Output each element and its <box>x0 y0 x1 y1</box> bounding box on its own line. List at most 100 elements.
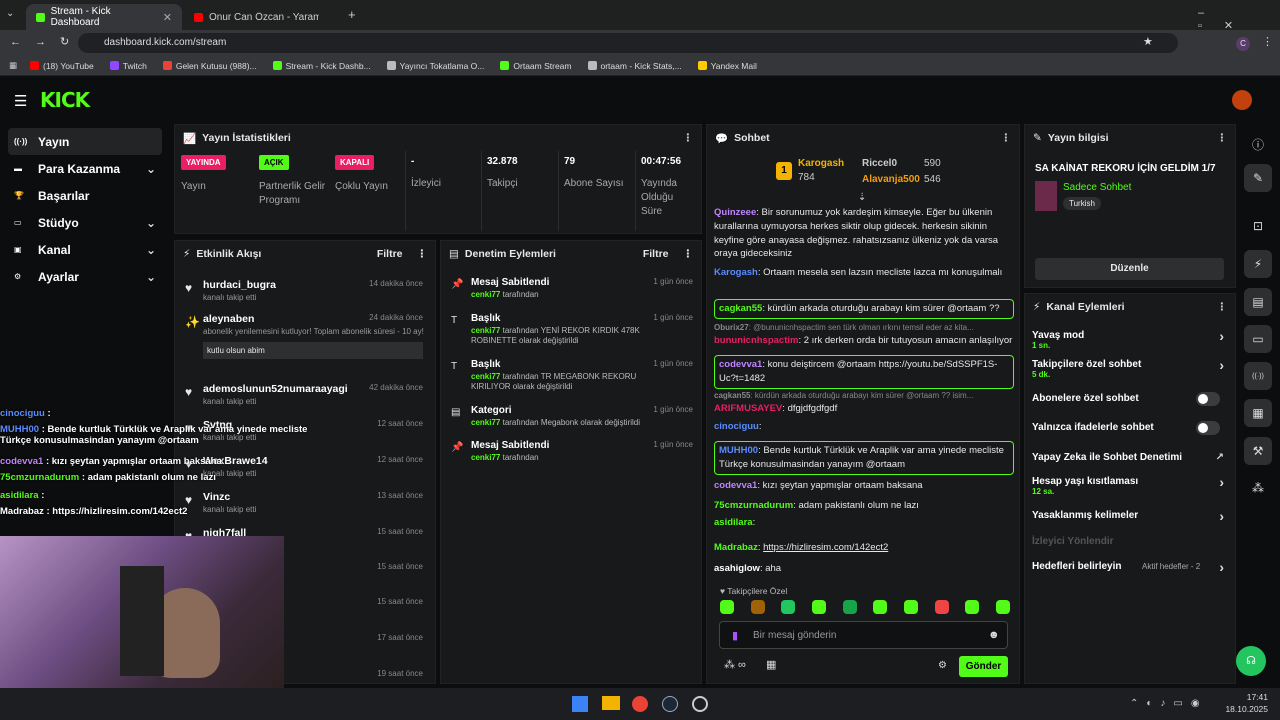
emote-icon[interactable] <box>903 600 918 614</box>
chat-username[interactable]: codevva1 <box>714 480 757 491</box>
sidebar-item-stüdyo[interactable]: ▭ Stüdyo ⌄ <box>0 209 170 236</box>
moderation-item[interactable]: T Başlık cenki77 tarafından TR MEGABONK RE… <box>449 359 693 393</box>
tab-youtube[interactable]: Onur Can Özcan - Yaramızda K <box>184 4 340 30</box>
tab-kick-dashboard[interactable]: Stream - Kick Dashboard ✕ <box>26 4 182 30</box>
bookmark-item[interactable]: Twitch <box>109 61 147 71</box>
chat-username[interactable]: Oburix27 <box>714 323 749 332</box>
steam-icon[interactable] <box>662 696 678 712</box>
top-gifter-name[interactable]: Karogash <box>798 158 844 169</box>
activity-item[interactable]: ✨ aleynaben abonelik yenilemesini kutluyor… <box>183 313 431 359</box>
bookmark-item[interactable]: Yayıncı Tokatlama O... <box>386 61 484 71</box>
category-name[interactable]: Sadece Sohbet <box>1063 182 1131 193</box>
chat-username[interactable]: Quinzeee <box>714 207 756 218</box>
info-icon[interactable]: ⓘ <box>1244 130 1272 158</box>
channel-action-item[interactable]: Yapay Zeka ile Sohbet Denetimi ↗ <box>1032 452 1228 463</box>
emote-icon[interactable] <box>995 600 1010 614</box>
chat-message[interactable]: cinociguu: <box>714 420 1014 434</box>
more-icon[interactable]: ⋮ <box>417 248 428 260</box>
share-icon[interactable]: ⁂ <box>1244 474 1272 502</box>
obs-icon[interactable] <box>692 696 708 712</box>
emote-icon[interactable] <box>934 600 949 614</box>
moderator-name[interactable]: cenki77 <box>471 372 500 381</box>
tab-search-icon[interactable]: ⌄ <box>6 8 14 19</box>
channel-action-item[interactable]: Takipçilere özel sohbet 5 dk. › <box>1032 357 1228 379</box>
chat-settings-icon[interactable]: ⚙ <box>938 660 947 671</box>
window-controls[interactable]: –▫✕ <box>1198 7 1280 32</box>
chat-username[interactable]: MUHH00 <box>719 445 758 456</box>
chat-message[interactable]: codevva1: konu deiştircem @ortaam https:… <box>714 355 1014 389</box>
layout-icon[interactable]: ▦ <box>1244 399 1272 427</box>
more-icon[interactable]: ⋮ <box>683 132 694 144</box>
second-gifter-name[interactable]: Riccel0 <box>862 158 897 169</box>
menu-icon[interactable]: ⋮ <box>1262 35 1273 48</box>
emote-icon[interactable] <box>842 600 857 614</box>
user-avatar[interactable] <box>1232 90 1252 110</box>
chat-username[interactable]: codevva1 <box>719 359 762 370</box>
third-gifter-name[interactable]: Alavanja500 <box>862 174 920 185</box>
chat-message[interactable]: Oburix27: @bununicnhspactim sen türk olm… <box>714 322 1014 334</box>
document-icon[interactable]: ▤ <box>1244 288 1272 316</box>
more-icon[interactable]: ⋮ <box>683 248 694 260</box>
chat-message[interactable]: asahiglow: aha <box>714 562 1014 576</box>
sidebar-item-para-kazanma[interactable]: ▬ Para Kazanma ⌄ <box>0 155 170 182</box>
moderation-item[interactable]: T Başlık cenki77 tarafından YENİ REKOR KIR… <box>449 313 693 347</box>
chat-username[interactable]: bununicnhspactim <box>714 335 798 346</box>
bookmark-item[interactable]: Ortaam Stream <box>500 61 572 71</box>
new-tab-icon[interactable]: + <box>348 7 356 22</box>
sidebar-item-başarılar[interactable]: 🏆 Başarılar <box>0 182 170 209</box>
chat-username[interactable]: ARIFMUSAYEV <box>714 403 782 414</box>
close-tab-icon[interactable]: ✕ <box>163 11 172 24</box>
emote-icon[interactable] <box>720 600 734 614</box>
lightning-icon[interactable]: ⚡ <box>1244 250 1272 278</box>
channel-action-item[interactable]: Yalnızca ifadelerle sohbet <box>1032 421 1228 435</box>
chat-message[interactable]: Karogash: Ortaam mesela sen lazsın mecli… <box>714 266 1014 280</box>
send-button[interactable]: Gönder <box>959 656 1008 677</box>
channel-action-item[interactable]: Abonelere özel sohbet <box>1032 392 1228 406</box>
url-input[interactable]: dashboard.kick.com/stream <box>78 33 1178 53</box>
chat-message[interactable]: asidilara: <box>714 516 1014 530</box>
emote-icon[interactable] <box>873 600 888 614</box>
emote-icon[interactable] <box>965 600 980 614</box>
emote-icon[interactable] <box>811 600 826 614</box>
chat-username[interactable]: Karogash <box>714 267 758 278</box>
profile-avatar[interactable]: C <box>1236 37 1250 51</box>
moderator-name[interactable]: cenki77 <box>471 418 500 427</box>
windows-start-icon[interactable] <box>572 696 588 712</box>
bookmark-item[interactable]: Stream - Kick Dashb... <box>272 61 371 71</box>
edit-icon[interactable]: ✎ <box>1244 164 1272 192</box>
chat-username[interactable]: 75cmzurnadurum <box>714 500 793 511</box>
chat-message[interactable]: bununicnhspactim: 2 ırk derken orda bir … <box>714 334 1014 348</box>
channel-action-item[interactable]: Hesap yaşı kısıtlaması 12 sa. › <box>1032 474 1228 496</box>
chat-username[interactable]: cagkan55 <box>719 303 762 314</box>
broadcast-icon[interactable]: ((·)) <box>1244 362 1272 390</box>
channel-action-item[interactable]: Hedefleri belirleyin Aktif hedefler - 2 › <box>1032 559 1228 575</box>
toggle-switch[interactable] <box>1196 421 1220 435</box>
star-icon[interactable]: ★ <box>1143 35 1153 48</box>
file-explorer-icon[interactable] <box>602 696 620 710</box>
chat-username[interactable]: asidilara <box>714 517 753 528</box>
points-icon[interactable]: ⁂ ∞ <box>724 658 746 671</box>
chat-message[interactable]: Madrabaz: https://hizliresim.com/142ect2 <box>714 541 1014 555</box>
sidebar-item-ayarlar[interactable]: ⚙ Ayarlar ⌄ <box>0 263 170 290</box>
chat-message[interactable]: Quinzeee: Bir sorunumuz yok kardeşim kim… <box>714 206 1014 261</box>
moderation-item[interactable]: 📌 Mesaj Sabitlendi cenki77 tarafından 1 gün… <box>449 440 693 463</box>
sidebar-item-kanal[interactable]: ▣ Kanal ⌄ <box>0 236 170 263</box>
chat-username[interactable]: asahiglow <box>714 563 760 574</box>
more-icon[interactable]: ⋮ <box>1217 301 1228 313</box>
filter-button[interactable]: Filtre <box>643 248 669 260</box>
nav-buttons[interactable]: ←→↻ <box>10 35 83 48</box>
moderation-item[interactable]: 📌 Mesaj Sabitlendi cenki77 tarafından 1 gün… <box>449 277 693 300</box>
channel-action-item[interactable]: Yavaş mod 1 sn. › <box>1032 328 1228 350</box>
chat-message[interactable]: codevva1: kızı şeytan yapmışlar ortaam b… <box>714 479 1014 493</box>
toggle-switch[interactable] <box>1196 392 1220 406</box>
kick-logo[interactable]: KICK <box>40 88 90 112</box>
moderator-name[interactable]: cenki77 <box>471 453 500 462</box>
capture-icon[interactable]: ⊡ <box>1244 212 1272 240</box>
bookmark-item[interactable]: Gelen Kutusu (988)... <box>162 61 257 71</box>
bookmark-item[interactable]: (18) YouTube <box>30 61 94 71</box>
emote-icon[interactable] <box>781 600 796 614</box>
channel-action-item[interactable]: Yasaklanmış kelimeler › <box>1032 508 1228 524</box>
store-icon[interactable]: ▦ <box>766 658 776 671</box>
bookmark-item[interactable]: ortaam - Kick Stats,... <box>587 61 682 71</box>
apps-icon[interactable]: ▦ <box>9 60 17 71</box>
